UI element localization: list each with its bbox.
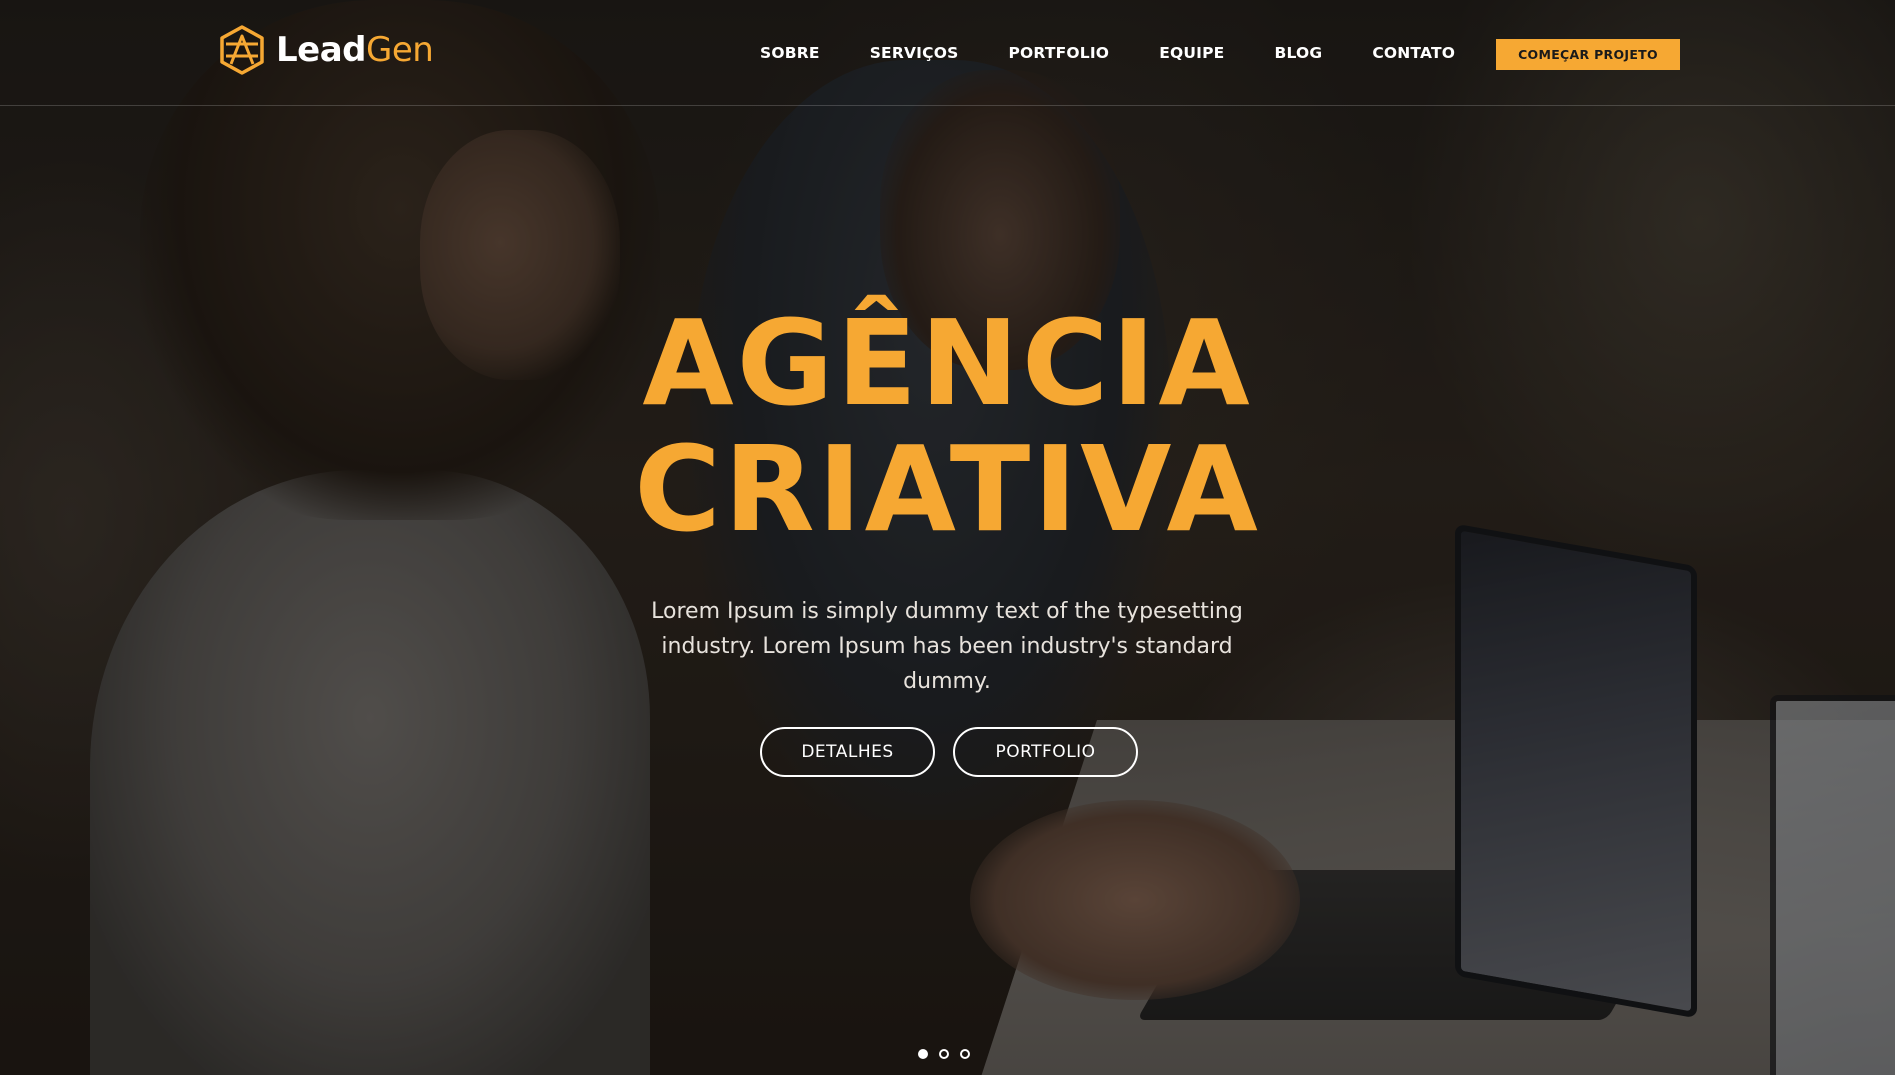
slider-dot-1[interactable] <box>918 1049 928 1059</box>
details-button[interactable]: DETALHES <box>760 727 935 777</box>
nav-item-contato[interactable]: CONTATO <box>1372 44 1455 62</box>
nav-item-portfolio[interactable]: PORTFOLIO <box>1008 44 1109 62</box>
brand-name: LeadGen <box>276 30 434 70</box>
portfolio-button[interactable]: PORTFOLIO <box>953 727 1138 777</box>
hero-headline-line2: CRIATIVA <box>634 420 1261 558</box>
slider-pagination <box>918 1049 970 1059</box>
nav-item-sobre[interactable]: SOBRE <box>760 44 820 62</box>
hero-subtitle: Lorem Ipsum is simply dummy text of the … <box>651 599 1243 694</box>
nav-item-blog[interactable]: BLOG <box>1274 44 1322 62</box>
hero-buttons: DETALHES PORTFOLIO <box>760 727 1138 777</box>
nav-item-equipe[interactable]: EQUIPE <box>1159 44 1224 62</box>
slider-dot-2[interactable] <box>939 1049 949 1059</box>
hero-headline: AGÊNCIA CRIATIVA <box>0 300 1895 552</box>
nav-item-servicos[interactable]: SERVIÇOS <box>870 44 959 62</box>
hero-section: LeadGen SOBRE SERVIÇOS PORTFOLIO EQUIPE … <box>0 0 1895 1075</box>
brand-logo[interactable]: LeadGen <box>218 24 434 76</box>
slider-dot-3[interactable] <box>960 1049 970 1059</box>
main-nav: SOBRE SERVIÇOS PORTFOLIO EQUIPE BLOG CON… <box>760 0 1505 105</box>
brand-name-accent: Gen <box>366 30 434 70</box>
brand-name-primary: Lead <box>276 30 367 70</box>
start-project-button[interactable]: COMEÇAR PROJETO <box>1496 39 1680 70</box>
hero-headline-line1: AGÊNCIA <box>642 294 1253 432</box>
hexagon-stripes-icon <box>220 25 264 75</box>
navbar: LeadGen SOBRE SERVIÇOS PORTFOLIO EQUIPE … <box>0 0 1895 106</box>
